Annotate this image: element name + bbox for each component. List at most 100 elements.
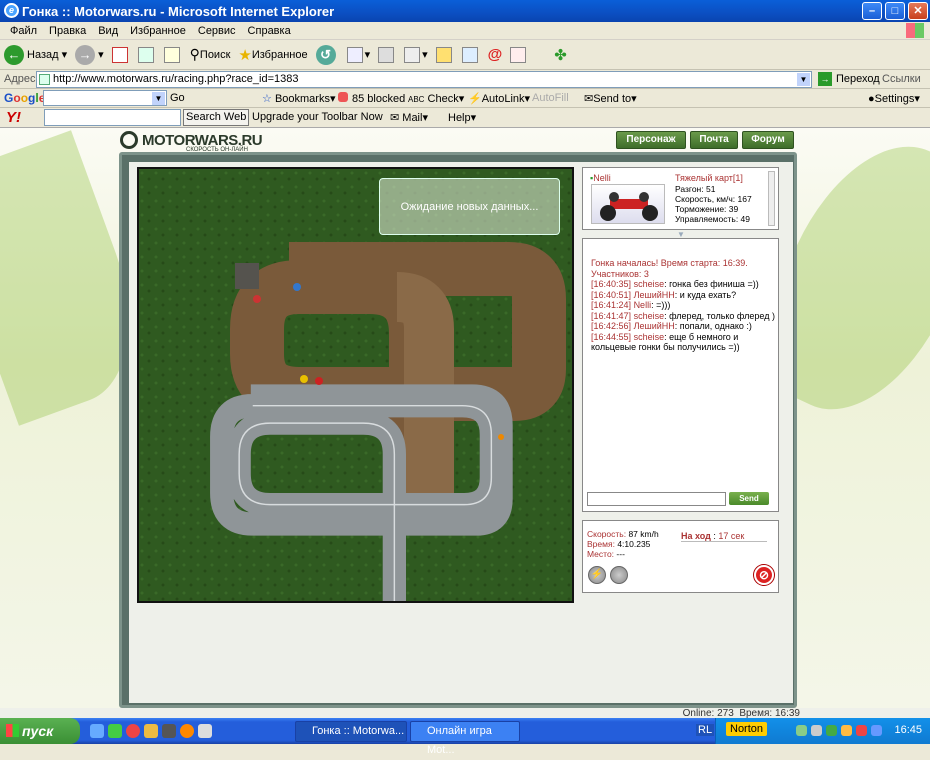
home-button[interactable] <box>163 46 182 63</box>
google-go-button[interactable]: Go <box>170 92 185 104</box>
opera-icon[interactable] <box>126 724 140 738</box>
google-dropdown-icon[interactable]: ▼ <box>152 92 165 105</box>
forward-button[interactable]: → ▾ <box>75 44 104 65</box>
window-titlebar: e Гонка :: Motorwars.ru - Microsoft Inte… <box>0 0 930 22</box>
messenger-icon[interactable] <box>108 724 122 738</box>
turn-timer: На ход : 17 сек <box>681 531 767 542</box>
clover-button[interactable]: ✤ <box>554 46 567 64</box>
page-status-bar: Online: 273 Время: 16:39 <box>0 708 930 719</box>
task-racing-window[interactable]: Гонка :: Motorwa... <box>295 721 407 742</box>
menu-favorites[interactable]: Избранное <box>124 25 192 37</box>
desktop-icon[interactable] <box>90 724 104 738</box>
stop-button[interactable] <box>111 46 130 63</box>
go-button[interactable]: → Переход <box>818 72 880 86</box>
start-button[interactable]: пуск <box>0 718 80 744</box>
messenger-button[interactable] <box>461 46 480 63</box>
logo-text: MOTORWARS.RU <box>142 131 263 149</box>
tray-icon[interactable] <box>841 725 852 736</box>
tray-icon[interactable] <box>811 725 822 736</box>
address-dropdown-icon[interactable]: ▼ <box>797 73 810 86</box>
spellcheck-button[interactable]: ABC Check▾ <box>408 92 464 105</box>
winamp-icon[interactable] <box>180 724 194 738</box>
menu-help[interactable]: Справка <box>242 25 297 37</box>
maximize-button[interactable]: □ <box>885 2 905 20</box>
popup-blocker-button[interactable]: 85 blocked <box>338 92 405 105</box>
print-button[interactable] <box>378 46 396 63</box>
settings-icon: ● <box>868 93 875 105</box>
yahoo-search-input[interactable] <box>44 109 181 126</box>
edit-button[interactable]: ▾ <box>404 46 428 63</box>
address-input[interactable]: http://www.motorwars.ru/racing.php?race_… <box>36 71 812 88</box>
mail-button[interactable]: ▾ <box>346 46 370 63</box>
refresh-icon <box>137 46 154 63</box>
sendto-button[interactable]: ✉Send to▾ <box>584 92 637 105</box>
favorites-label: Избранное <box>251 48 308 61</box>
taskbar: пуск Гонка :: Motorwa... Онлайн игра Mot… <box>0 718 930 756</box>
nav-mail-button[interactable]: Почта <box>690 131 738 149</box>
address-bar: Адрес: http://www.motorwars.ru/racing.ph… <box>0 70 930 89</box>
brake-icon[interactable] <box>610 566 628 584</box>
menu-view[interactable]: Вид <box>92 25 124 37</box>
app-icon[interactable] <box>144 724 158 738</box>
refresh-button[interactable] <box>137 46 156 63</box>
chat-input[interactable] <box>587 492 726 506</box>
google-search-input[interactable]: ▼ <box>43 90 167 106</box>
task-game-window[interactable]: Онлайн игра Mot... <box>410 721 520 756</box>
race-status-panel: Скорость: 87 km/h Время: 4:10.235 Место:… <box>582 520 779 593</box>
notes-button[interactable] <box>435 46 454 63</box>
tray-icon[interactable] <box>871 725 882 736</box>
nitro-icon[interactable]: ⚡ <box>588 566 606 584</box>
tray-icons <box>796 725 886 739</box>
time-label: Время: <box>587 539 615 549</box>
chat-time: [16:42:56] <box>591 321 632 331</box>
at-button[interactable]: @ <box>488 46 503 63</box>
send-button[interactable]: Send <box>729 492 769 505</box>
game-inner: Ожидание новых данных... ▪Nelli Тяжелый … <box>129 162 793 703</box>
tray-icon[interactable] <box>856 725 867 736</box>
app-icon[interactable] <box>162 724 176 738</box>
info-scrollbar[interactable] <box>768 171 775 226</box>
clock[interactable]: 16:45 <box>894 724 922 736</box>
yahoo-logo-icon[interactable]: Y! <box>0 109 21 126</box>
history-button[interactable]: ↺ <box>315 44 339 65</box>
research-button[interactable] <box>510 46 528 63</box>
back-button[interactable]: ← Назад ▾ <box>4 44 67 65</box>
player-name[interactable]: ▪Nelli <box>590 173 611 183</box>
search-button[interactable]: ⚲ Поиск <box>190 46 231 63</box>
chat-user: Nelli <box>633 300 652 310</box>
stat-speed: Скорость, км/ч: 167 <box>675 194 752 204</box>
favorites-button[interactable]: ★ Избранное <box>238 46 307 64</box>
chat-time: [16:40:35] <box>591 279 632 289</box>
minimize-button[interactable]: – <box>862 2 882 20</box>
links-label[interactable]: Ссылки <box>882 73 921 85</box>
menu-tools[interactable]: Сервис <box>192 25 242 37</box>
language-indicator[interactable]: RL <box>696 724 715 736</box>
close-button[interactable]: ✕ <box>908 2 928 20</box>
tray-icon[interactable] <box>796 725 807 736</box>
upgrade-toolbar-link[interactable]: Upgrade your Toolbar Now <box>252 111 383 123</box>
autofill-button[interactable]: AutoFill <box>532 92 569 104</box>
autolink-button[interactable]: ⚡AutoLink▾ <box>468 92 530 105</box>
app-icon[interactable] <box>198 724 212 738</box>
yahoo-help-button[interactable]: Help▾ <box>448 111 476 124</box>
yahoo-mail-button[interactable]: ✉ Mail▾ <box>390 111 428 124</box>
menu-file[interactable]: Файл <box>4 25 43 37</box>
nav-forum-button[interactable]: Форум <box>742 131 794 149</box>
bookmarks-button[interactable]: ☆ Bookmarks▾ <box>262 92 336 105</box>
speed-value: 87 km/h <box>628 529 659 539</box>
mail-envelope-icon: ✉ <box>390 112 400 124</box>
kart-type[interactable]: Тяжелый карт[1] <box>675 173 743 183</box>
tray-icon[interactable] <box>826 725 837 736</box>
chat-message: [16:41:47] scheise: флеред, только флере… <box>591 310 775 321</box>
stop-race-icon[interactable]: ⊘ <box>754 565 774 585</box>
norton-icon[interactable]: Norton <box>726 722 768 736</box>
menu-edit[interactable]: Правка <box>43 25 92 37</box>
chat-time: [16:44:55] <box>591 331 632 342</box>
race-track[interactable]: Ожидание новых данных... <box>137 167 574 603</box>
site-logo[interactable]: MOTORWARS.RU СКОРОСТЬ ОН-ЛАЙН <box>120 131 263 153</box>
settings-button[interactable]: ●Settings▾ <box>868 92 920 105</box>
search-web-button[interactable]: Search Web <box>183 109 250 126</box>
mail-icon <box>346 46 363 63</box>
bookmarks-label: Bookmarks <box>274 93 330 105</box>
nav-character-button[interactable]: Персонаж <box>616 131 686 149</box>
